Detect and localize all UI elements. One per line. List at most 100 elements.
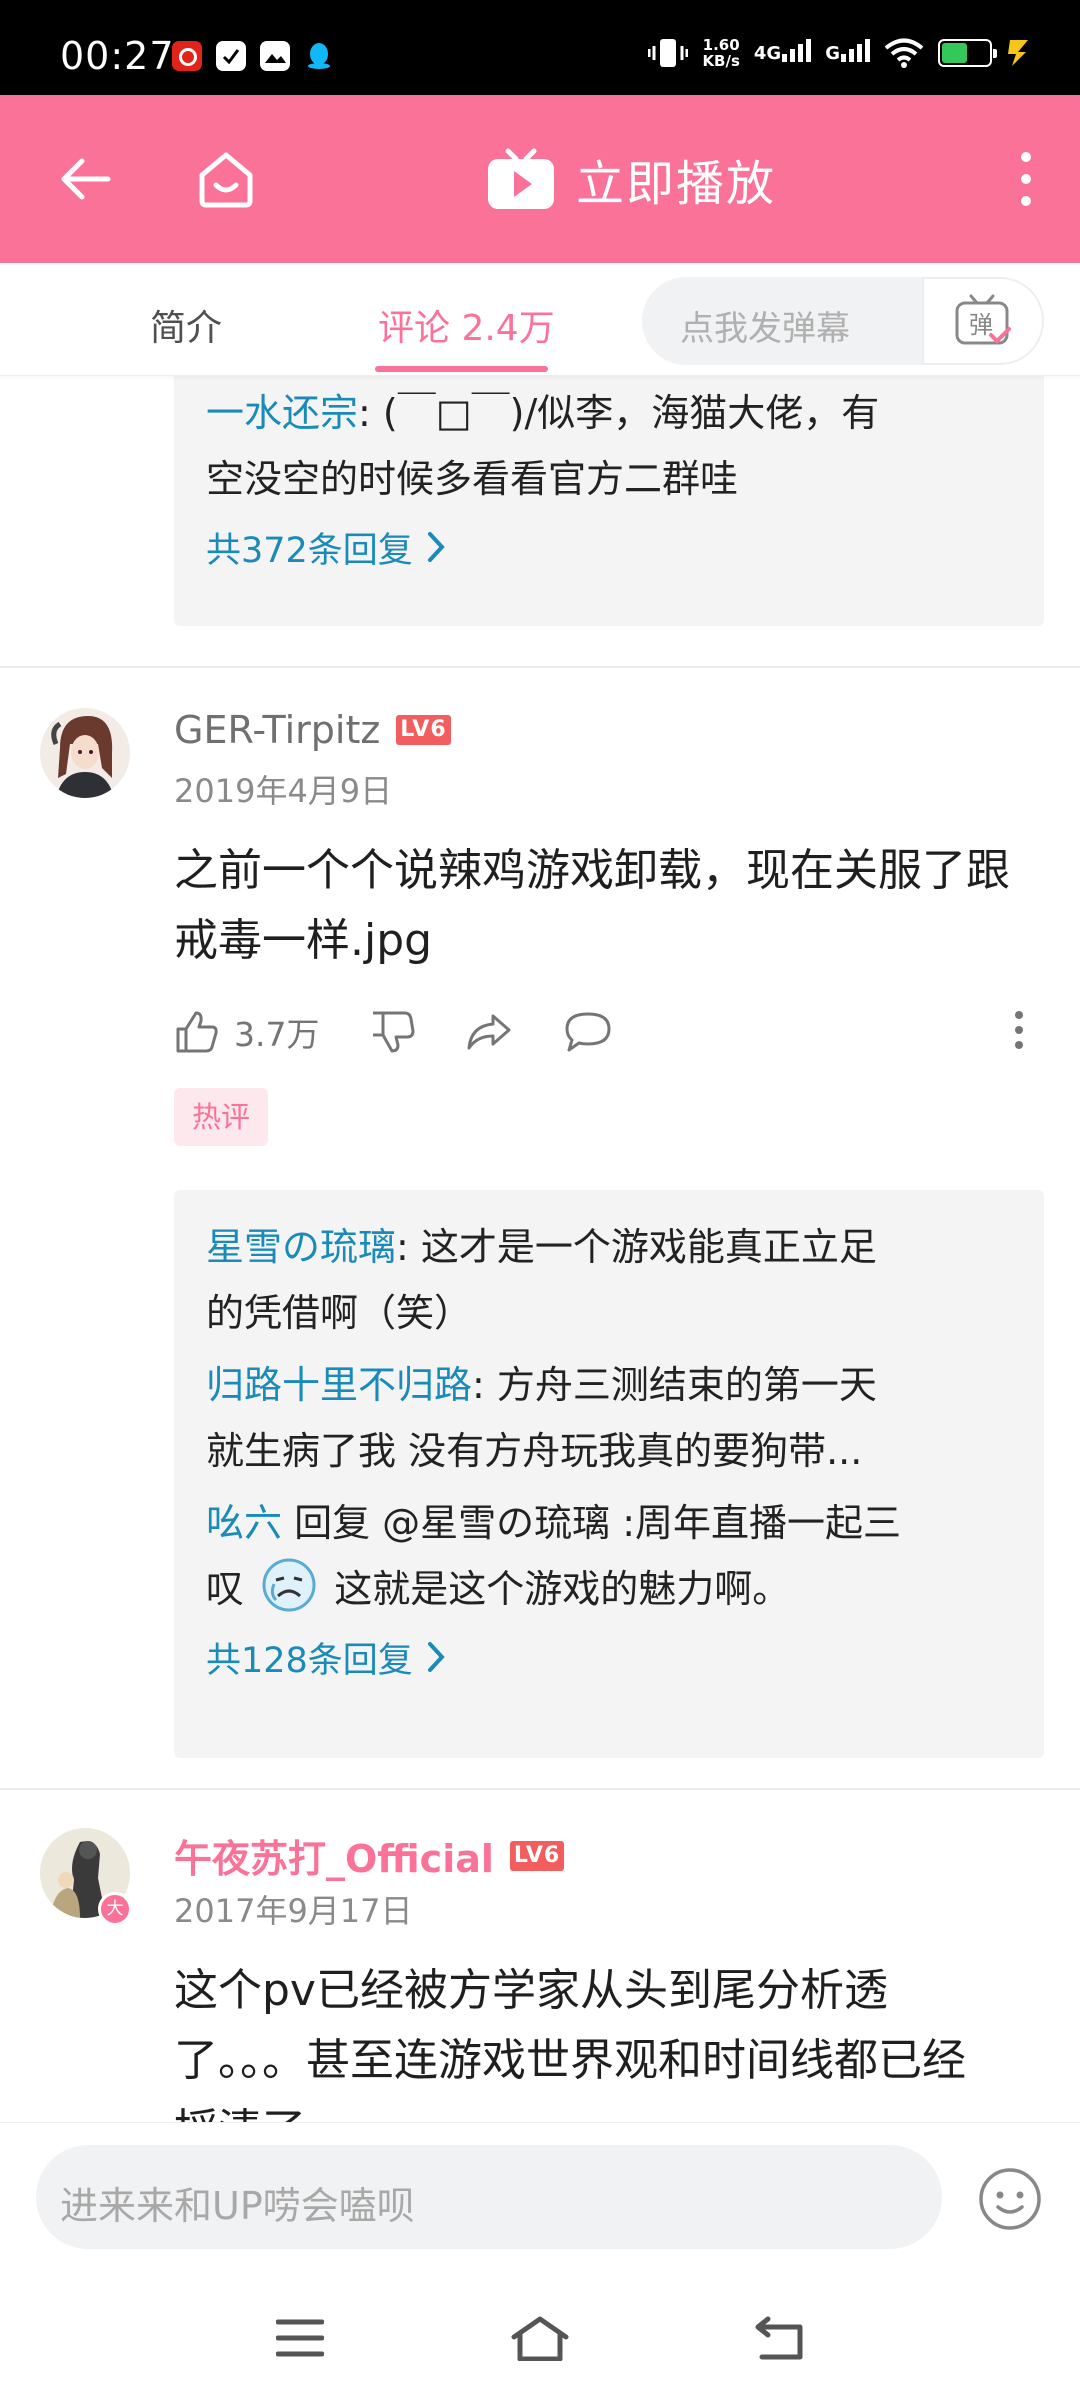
recent-apps-button[interactable] <box>268 2308 332 2368</box>
dislike-button[interactable] <box>369 1009 415 1055</box>
arrow-left-icon <box>61 158 111 200</box>
reply-item[interactable]: 吆六 回复 @星雪の琉璃 :周年直播一起三 <box>174 1490 1044 1556</box>
danmaku-toggle-button[interactable]: 弹 <box>922 277 1044 365</box>
reply-text-cont: 的凭借啊（笑） <box>206 1291 473 1335</box>
back-arrow-icon <box>755 2316 803 2360</box>
reply-text: : 这才是一个游戏能真正立足 <box>396 1225 877 1269</box>
username-text: GER-Tirpitz <box>174 708 381 752</box>
reply-username[interactable]: 一水还宗 <box>206 391 358 435</box>
comment-input[interactable]: 进来来和UP唠会嗑呗 <box>36 2145 942 2249</box>
home-icon <box>199 152 253 208</box>
comment-text-line: 之前一个个说辣鸡游戏卸载，现在关服了跟 <box>174 845 1010 896</box>
reply-username[interactable]: 星雪の琉璃 <box>206 1225 396 1269</box>
comment-date: 2017年9月17日 <box>174 1892 413 1930</box>
share-icon <box>467 1014 511 1050</box>
speed-value: 1.60 <box>702 36 740 54</box>
reply-username[interactable]: 吆六 <box>206 1501 282 1545</box>
comment-username[interactable]: GER-Tirpitz LV6 <box>174 708 451 752</box>
system-home-button[interactable] <box>508 2308 572 2368</box>
chevron-right-icon <box>427 532 445 562</box>
comment-actions: 3.7万 <box>174 1002 1044 1062</box>
more-replies-label: 共128条回复 <box>206 1640 413 1681</box>
network-type-2: G <box>825 42 840 64</box>
reply-item[interactable]: 星雪の琉璃: 这才是一个游戏能真正立足 <box>174 1214 1044 1280</box>
more-replies-label: 共372条回复 <box>206 530 413 571</box>
status-time: 00:27 <box>60 34 175 78</box>
reply-text: 叹 <box>206 1567 245 1611</box>
menu-icon <box>276 2319 324 2357</box>
system-status: 1.60 KB/s 4G G <box>648 36 1032 70</box>
reply-text: 回复 @星雪の琉璃 :周年直播一起三 <box>282 1501 902 1545</box>
emoji-button[interactable] <box>976 2165 1044 2233</box>
more-options-button[interactable] <box>986 139 1066 219</box>
vibrate-icon <box>648 39 689 67</box>
chevron-right-icon <box>427 1642 445 1672</box>
tab-intro[interactable]: 简介 <box>150 299 222 351</box>
status-bar: 00:27 1.60 KB/s 4G G <box>0 0 1080 95</box>
gallery-notification-icon <box>260 41 290 71</box>
reply-text-cont: 就生病了我 没有方舟玩我真的要狗带... <box>206 1429 863 1473</box>
play-now-button[interactable]: 立即播放 <box>486 139 776 219</box>
more-vertical-icon <box>1015 1011 1023 1049</box>
like-button[interactable]: 3.7万 <box>174 1008 319 1056</box>
level-badge: LV6 <box>396 715 451 745</box>
danmaku-input[interactable]: 点我发弹幕 弹 <box>642 277 1044 365</box>
signal-g: G <box>825 38 870 64</box>
crying-emoji-icon <box>262 1558 316 1612</box>
comment-text: 这个pv已经被方学家从头到尾分析透 了。。。甚至连游戏世界观和时间线都已经 捋清… <box>174 1956 1044 2122</box>
reply-preview-box[interactable]: 星雪の琉璃: 这才是一个游戏能真正立足 的凭借啊（笑） 归路十里不归路: 方舟三… <box>174 1190 1044 1758</box>
username-text: 午夜苏打_Official <box>174 1837 494 1881</box>
tabs-row: 简介 评论 2.4万 点我发弹幕 弹 <box>0 263 1080 376</box>
comment-input-bar: 进来来和UP唠会嗑呗 <box>0 2122 1080 2278</box>
home-outline-icon <box>511 2316 569 2361</box>
qq-icon <box>304 41 334 71</box>
avatar[interactable] <box>40 708 130 798</box>
reply-text: : 方舟三测结束的第一天 <box>472 1363 877 1407</box>
reply-text-cont: 空没空的时候多看看官方二群哇 <box>206 457 739 501</box>
share-button[interactable] <box>465 1012 513 1052</box>
reply-item[interactable]: 归路十里不归路: 方舟三测结束的第一天 <box>174 1352 1044 1418</box>
view-more-replies-link[interactable]: 共128条回复 <box>174 1622 1044 1692</box>
comment-username[interactable]: 午夜苏打_Official LV6 <box>174 1828 565 1883</box>
comment-item: GER-Tirpitz LV6 2019年4月9日 之前一个个说辣鸡游戏卸载，现… <box>0 668 1080 1798</box>
tv-play-icon <box>488 148 554 209</box>
notification-icons <box>172 41 334 71</box>
view-more-replies-link[interactable]: 共372条回复 <box>174 512 1044 582</box>
back-button[interactable] <box>44 139 124 219</box>
comment-item: 大 午夜苏打_Official LV6 2017年9月17日 这个pv已经被方学… <box>0 1790 1080 2122</box>
system-navigation-bar <box>0 2278 1080 2400</box>
comment-text-line: 这个pv已经被方学家从头到尾分析透 <box>174 1965 888 2016</box>
system-back-button[interactable] <box>748 2308 812 2368</box>
speed-unit: KB/s <box>702 52 740 70</box>
emoji-icon <box>979 2168 1041 2230</box>
comments-list[interactable]: 一水还宗: (￣□￣)/似李，海猫大佬，有 空没空的时候多看看官方二群哇 共37… <box>0 376 1080 2122</box>
signal-4g: 4G <box>753 38 812 64</box>
play-now-label: 立即播放 <box>576 156 777 212</box>
comment-text-line: 戒毒一样.jpg <box>174 915 433 966</box>
signal-bars-icon <box>841 38 870 62</box>
thumbs-down-icon <box>373 1011 415 1053</box>
level-badge: LV6 <box>509 1840 565 1871</box>
app-notification-icon <box>216 41 246 71</box>
tab-comments[interactable]: 评论 2.4万 <box>378 299 555 351</box>
battery-icon <box>938 39 997 67</box>
reply-text-cont: 叹 这就是这个游戏的魅力啊。 <box>174 1556 1044 1622</box>
more-vertical-icon <box>1021 152 1031 206</box>
comment-more-button[interactable] <box>1014 1010 1024 1054</box>
comment-bubble-icon <box>565 1012 611 1052</box>
reply-button[interactable] <box>563 1010 613 1054</box>
video-top-bar: 立即播放 <box>0 95 1080 263</box>
like-count: 3.7万 <box>234 1015 320 1054</box>
home-button[interactable] <box>186 139 266 219</box>
comment-input-placeholder: 进来来和UP唠会嗑呗 <box>60 2184 415 2228</box>
reply-item[interactable]: 一水还宗: (￣□￣)/似李，海猫大佬，有 <box>174 380 1044 446</box>
network-type: 4G <box>753 42 782 64</box>
reply-preview-box[interactable]: 一水还宗: (￣□￣)/似李，海猫大佬，有 空没空的时候多看看官方二群哇 共37… <box>174 376 1044 626</box>
network-speed: 1.60 KB/s <box>702 37 739 69</box>
wifi-icon <box>884 38 924 68</box>
reply-username[interactable]: 归路十里不归路 <box>206 1363 472 1407</box>
charging-icon <box>1008 40 1028 66</box>
reply-text: : (￣□￣)/似李，海猫大佬，有 <box>358 391 880 435</box>
netease-music-icon <box>172 41 202 71</box>
hot-comment-tag: 热评 <box>174 1088 269 1146</box>
